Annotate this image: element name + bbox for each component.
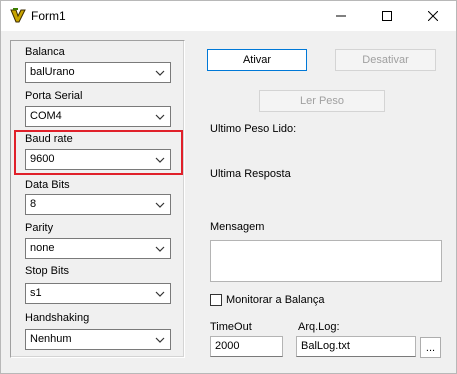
chevron-down-icon	[155, 246, 165, 252]
parity-select[interactable]: none	[25, 238, 171, 259]
arqlog-input[interactable]: BalLog.txt	[296, 336, 416, 357]
ler-peso-button[interactable]: Ler Peso	[259, 90, 385, 112]
stop-bits-value: s1	[30, 287, 42, 299]
title-bar[interactable]: Form1	[1, 1, 456, 31]
porta-serial-value: COM4	[30, 110, 62, 122]
ativar-button[interactable]: Ativar	[207, 49, 307, 71]
handshaking-select[interactable]: Nenhum	[25, 329, 171, 350]
stop-bits-select[interactable]: s1	[25, 283, 171, 304]
arqlog-label: Arq.Log:	[298, 321, 340, 333]
balanca-select[interactable]: balUrano	[25, 62, 171, 83]
monitorar-checkbox[interactable]	[210, 294, 222, 306]
porta-serial-select[interactable]: COM4	[25, 106, 171, 127]
app-window: Form1 Balanca balUrano Porta Serial COM4…	[0, 0, 457, 374]
desativar-button[interactable]: Desativar	[335, 49, 436, 71]
close-icon	[428, 11, 438, 21]
chevron-down-icon	[155, 291, 165, 297]
data-bits-label: Data Bits	[25, 179, 70, 191]
chevron-down-icon	[155, 337, 165, 343]
baud-rate-highlight-box	[14, 130, 183, 175]
timeout-input[interactable]: 2000	[210, 336, 283, 357]
stop-bits-label: Stop Bits	[25, 265, 70, 277]
maximize-icon	[382, 11, 392, 21]
data-bits-select[interactable]: 8	[25, 194, 171, 215]
data-bits-value: 8	[30, 198, 37, 210]
handshaking-value: Nenhum	[30, 333, 72, 345]
ultimo-peso-label: Ultimo Peso Lido:	[210, 123, 297, 135]
chevron-down-icon	[155, 202, 165, 208]
mensagem-label: Mensagem	[210, 221, 265, 233]
parity-value: none	[30, 242, 55, 254]
chevron-down-icon	[155, 114, 165, 120]
chevron-down-icon	[155, 70, 165, 76]
minimize-icon	[336, 15, 346, 17]
handshaking-label: Handshaking	[25, 312, 90, 324]
arqlog-value: BalLog.txt	[301, 340, 350, 352]
close-button[interactable]	[410, 1, 456, 31]
app-icon	[10, 8, 26, 23]
browse-button[interactable]: ...	[420, 337, 441, 358]
minimize-button[interactable]	[318, 1, 364, 31]
timeout-value: 2000	[215, 340, 240, 352]
maximize-button[interactable]	[364, 1, 410, 31]
monitorar-label[interactable]: Monitorar a Balança	[226, 294, 324, 306]
ultima-resposta-label: Ultima Resposta	[210, 168, 291, 180]
window-title: Form1	[31, 9, 66, 23]
timeout-label: TimeOut	[210, 321, 252, 333]
mensagem-textarea[interactable]	[210, 240, 442, 282]
parity-label: Parity	[25, 222, 54, 234]
balanca-label: Balanca	[25, 46, 65, 58]
balanca-value: balUrano	[30, 66, 75, 78]
porta-serial-label: Porta Serial	[25, 90, 83, 102]
